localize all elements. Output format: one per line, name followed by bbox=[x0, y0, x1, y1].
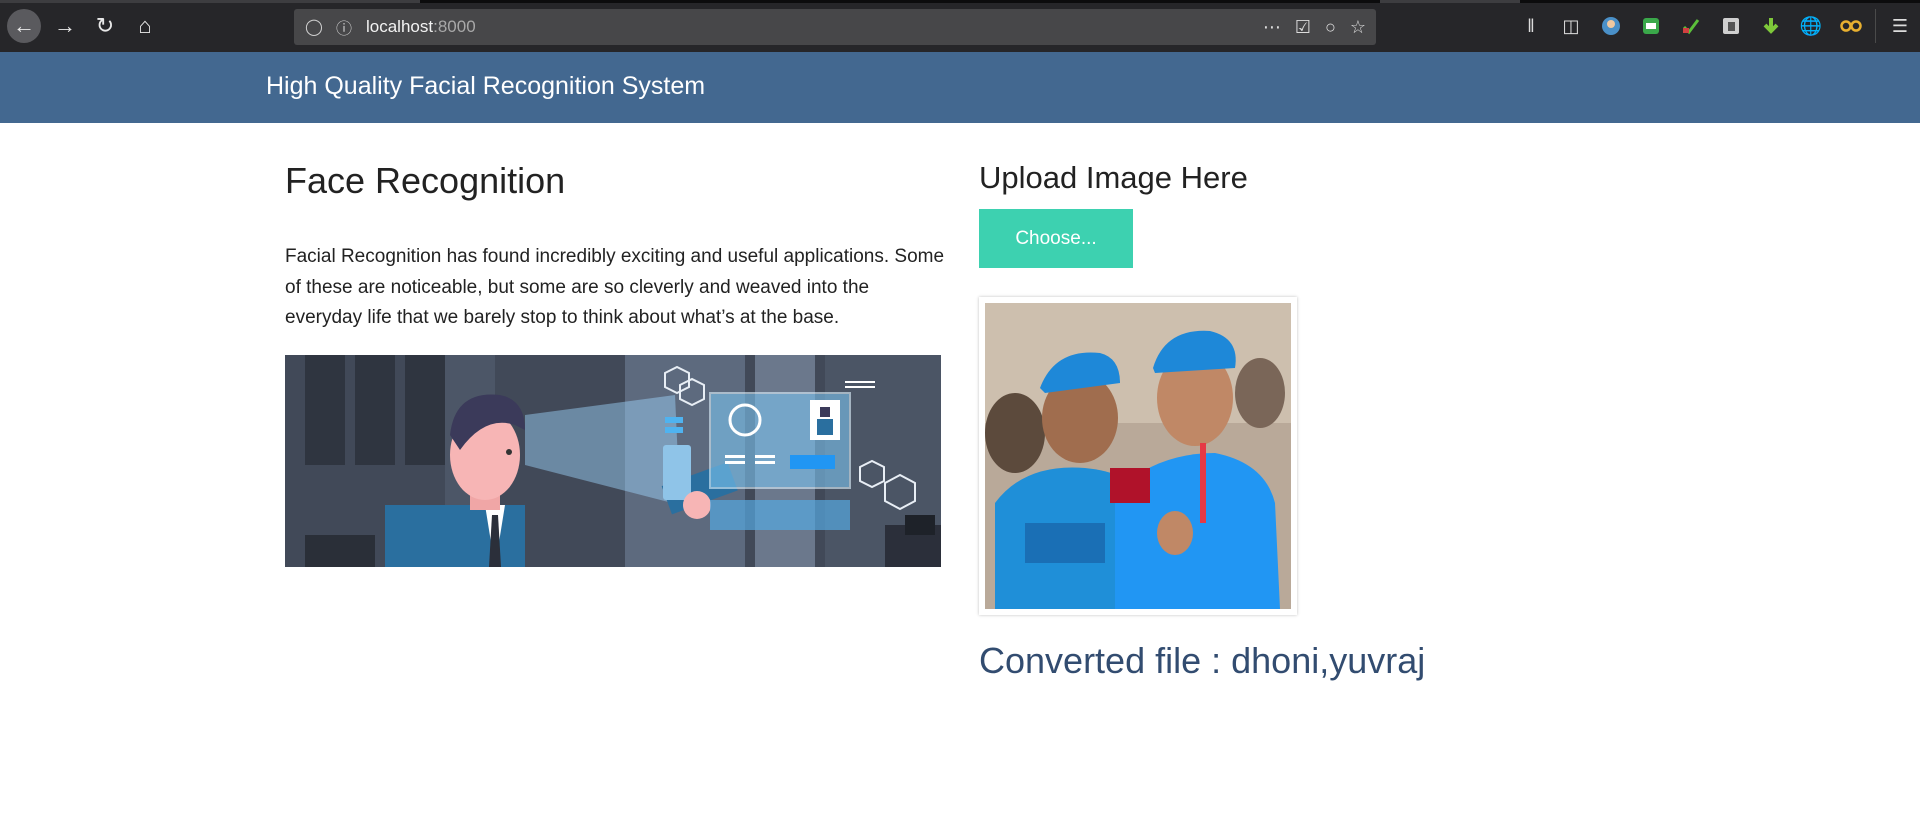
uploaded-image-thumbnail bbox=[979, 297, 1297, 615]
browser-toolbar: ← → ↻ ⌂ ◯ ⓘ localhost:8000 ⋯ ☑ ○ ☆ ‖ ◫ 🌐… bbox=[0, 0, 1920, 53]
bookmark-star-icon[interactable]: ☆ bbox=[1350, 17, 1366, 38]
pocket-icon[interactable]: ☑ bbox=[1295, 17, 1311, 38]
upload-heading: Upload Image Here bbox=[979, 160, 1248, 195]
sidebar-icon[interactable]: ◫ bbox=[1551, 8, 1591, 44]
forward-icon[interactable]: → bbox=[48, 9, 82, 43]
result-label: Converted file : dhoni,yuvraj bbox=[979, 640, 1426, 681]
choose-file-button[interactable]: Choose... bbox=[979, 209, 1133, 268]
url-text[interactable]: localhost:8000 bbox=[366, 17, 476, 37]
shield-icon[interactable]: ◯ bbox=[304, 17, 324, 37]
url-port: :8000 bbox=[433, 17, 476, 36]
page-title: Face Recognition bbox=[285, 160, 566, 201]
menu-icon[interactable]: ☰ bbox=[1880, 8, 1920, 44]
brand-title[interactable]: High Quality Facial Recognition System bbox=[266, 72, 705, 101]
upload-section: Upload Image Here Choose... Converted fi… bbox=[979, 160, 1679, 681]
extension-green-icon[interactable] bbox=[1631, 8, 1671, 44]
reload-icon[interactable]: ↻ bbox=[88, 9, 122, 43]
uploaded-photo bbox=[985, 303, 1291, 609]
globe-icon[interactable]: 🌐 bbox=[1791, 8, 1831, 44]
app-navbar: High Quality Facial Recognition System bbox=[0, 52, 1920, 123]
download-icon[interactable] bbox=[1751, 8, 1791, 44]
home-icon[interactable]: ⌂ bbox=[128, 9, 162, 43]
incognito-icon[interactable] bbox=[1831, 8, 1871, 44]
reader-icon[interactable]: ○ bbox=[1325, 17, 1336, 38]
back-icon[interactable]: ← bbox=[7, 9, 41, 43]
extension-check-icon[interactable] bbox=[1671, 8, 1711, 44]
account-icon[interactable] bbox=[1591, 8, 1631, 44]
intro-paragraph: Facial Recognition has found incredibly … bbox=[285, 246, 945, 328]
url-host: localhost bbox=[366, 17, 434, 36]
info-icon[interactable]: ⓘ bbox=[334, 15, 354, 39]
address-bar[interactable]: ◯ ⓘ localhost:8000 ⋯ ☑ ○ ☆ bbox=[294, 9, 1376, 45]
intro-section: Face Recognition Facial Recognition has … bbox=[285, 160, 944, 567]
extension-gray-icon[interactable] bbox=[1711, 8, 1751, 44]
more-icon[interactable]: ⋯ bbox=[1263, 17, 1281, 38]
library-icon[interactable]: ‖ bbox=[1511, 8, 1551, 44]
face-scan-illustration bbox=[285, 355, 941, 567]
